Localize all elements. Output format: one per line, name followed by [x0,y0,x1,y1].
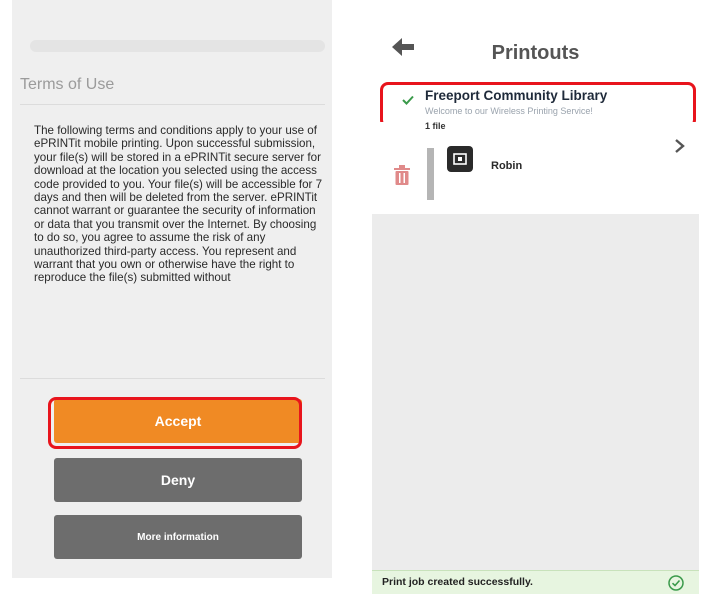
terms-body-text[interactable]: The following terms and conditions apply… [34,124,324,374]
printouts-panel: Printouts Freeport Community Library Wel… [372,0,699,594]
status-message: Print job created successfully. [382,576,533,588]
print-job-row[interactable] [372,122,699,214]
more-information-button[interactable]: More information [54,515,302,559]
check-icon [402,95,414,105]
document-icon [447,146,473,172]
status-bar: Print job created successfully. [372,570,699,594]
job-selection-bar [427,148,434,200]
divider [20,378,325,379]
job-name: Robin [491,160,523,172]
terms-title: Terms of Use [20,76,115,93]
top-bar-placeholder [30,40,325,52]
page-title: Printouts [491,42,580,64]
file-count: 1 file [425,121,446,131]
location-name: Freeport Community Library [425,88,608,103]
location-subtitle: Welcome to our Wireless Printing Service… [425,106,593,116]
deny-button[interactable]: Deny [54,458,302,502]
chevron-right-icon[interactable] [673,138,687,154]
divider [20,104,325,105]
trash-icon[interactable] [393,165,411,185]
accept-button[interactable]: Accept [54,399,302,443]
success-check-circle-icon [668,575,684,591]
header [372,0,699,80]
